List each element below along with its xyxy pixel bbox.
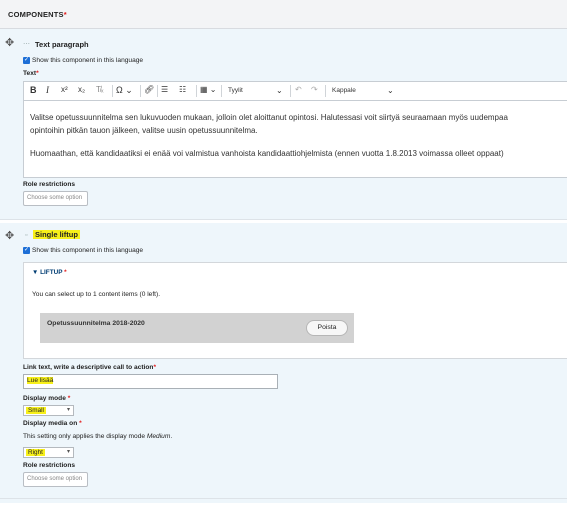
remove-format-button[interactable]: T̸ₓ — [96, 85, 104, 94]
components-header: COMPONENTS* — [0, 0, 567, 29]
collapse-icon[interactable]: ⋯ — [23, 40, 30, 48]
link-text-label: Link text, write a descriptive call to a… — [23, 364, 157, 371]
liftup-fieldset — [23, 262, 567, 359]
show-component-checkbox[interactable] — [23, 56, 30, 64]
display-mode-select[interactable]: Small ▾ — [23, 405, 74, 416]
table-button[interactable]: ▦ ⌄ — [200, 85, 216, 94]
display-media-note: This setting only applies the display mo… — [23, 433, 173, 440]
undo-icon[interactable]: ↶ — [295, 85, 302, 94]
chevron-down-icon[interactable]: ⌄ — [387, 86, 394, 95]
drag-handle-icon[interactable]: ✥ — [5, 36, 14, 49]
bold-button[interactable]: B — [30, 85, 37, 95]
components-title: COMPONENTS* — [8, 10, 67, 19]
liftup-toggle[interactable]: ▼ LIFTUP * — [32, 269, 67, 276]
show-component-label: Show this component in this language — [32, 57, 144, 64]
remove-button[interactable]: Poista — [306, 320, 348, 336]
chevron-down-icon[interactable]: ⌄ — [276, 86, 283, 95]
editor-toolbar: B I x² x₂ T̸ₓ Ω ⌄ 🔗︎ ☰ ☷ ▦ ⌄ Tyylit ⌄ ↶ … — [23, 81, 567, 100]
display-media-select[interactable]: Right ▾ — [23, 447, 74, 458]
numbered-list-button[interactable]: ☷ — [179, 85, 186, 94]
role-restrictions-label: Role restrictions — [23, 462, 76, 469]
collapse-icon[interactable]: ▫ — [25, 232, 27, 239]
role-restrictions-select[interactable]: Choose some option — [23, 472, 88, 487]
drag-handle-icon[interactable]: ✥ — [5, 229, 14, 242]
editor-paragraph-1-cont: opintoihin pitkän tauon jälkeen, valitse… — [30, 126, 258, 135]
component-type-label: Text paragraph — [35, 40, 89, 49]
rich-text-editor[interactable]: Valitse opetussuunnitelma sen lukuvuoden… — [23, 100, 567, 178]
role-restrictions-label: Role restrictions — [23, 181, 76, 188]
italic-button[interactable]: I — [46, 85, 49, 95]
styles-dropdown[interactable]: Tyylit — [228, 87, 243, 94]
superscript-button[interactable]: x² — [61, 85, 68, 94]
display-mode-label: Display mode * — [23, 395, 71, 402]
content-item-title: Opetussuunnitelma 2018-2020 — [47, 320, 145, 327]
show-component-label: Show this component in this language — [32, 247, 144, 254]
special-character-button[interactable]: Ω ⌄ — [116, 85, 133, 96]
link-icon[interactable]: 🔗︎ — [144, 85, 154, 94]
text-field-label: Text* — [23, 70, 39, 77]
editor-paragraph-2: Huomaathan, että kandidaatiksi ei enää v… — [30, 149, 504, 158]
bulleted-list-button[interactable]: ☰ — [161, 85, 168, 94]
liftup-info: You can select up to 1 content items (0 … — [32, 291, 161, 298]
display-media-label: Display media on * — [23, 420, 82, 427]
subscript-button[interactable]: x₂ — [78, 85, 85, 94]
redo-icon[interactable]: ↷ — [311, 85, 318, 94]
format-dropdown[interactable]: Kappale — [332, 87, 356, 94]
show-component-checkbox[interactable] — [23, 246, 30, 254]
role-restrictions-select[interactable]: Choose some option — [23, 191, 88, 206]
link-text-input[interactable]: Lue lisää — [23, 374, 278, 389]
component-type-label: Single liftup — [33, 230, 80, 239]
editor-paragraph-1: Valitse opetussuunnitelma sen lukuvuoden… — [30, 113, 508, 122]
